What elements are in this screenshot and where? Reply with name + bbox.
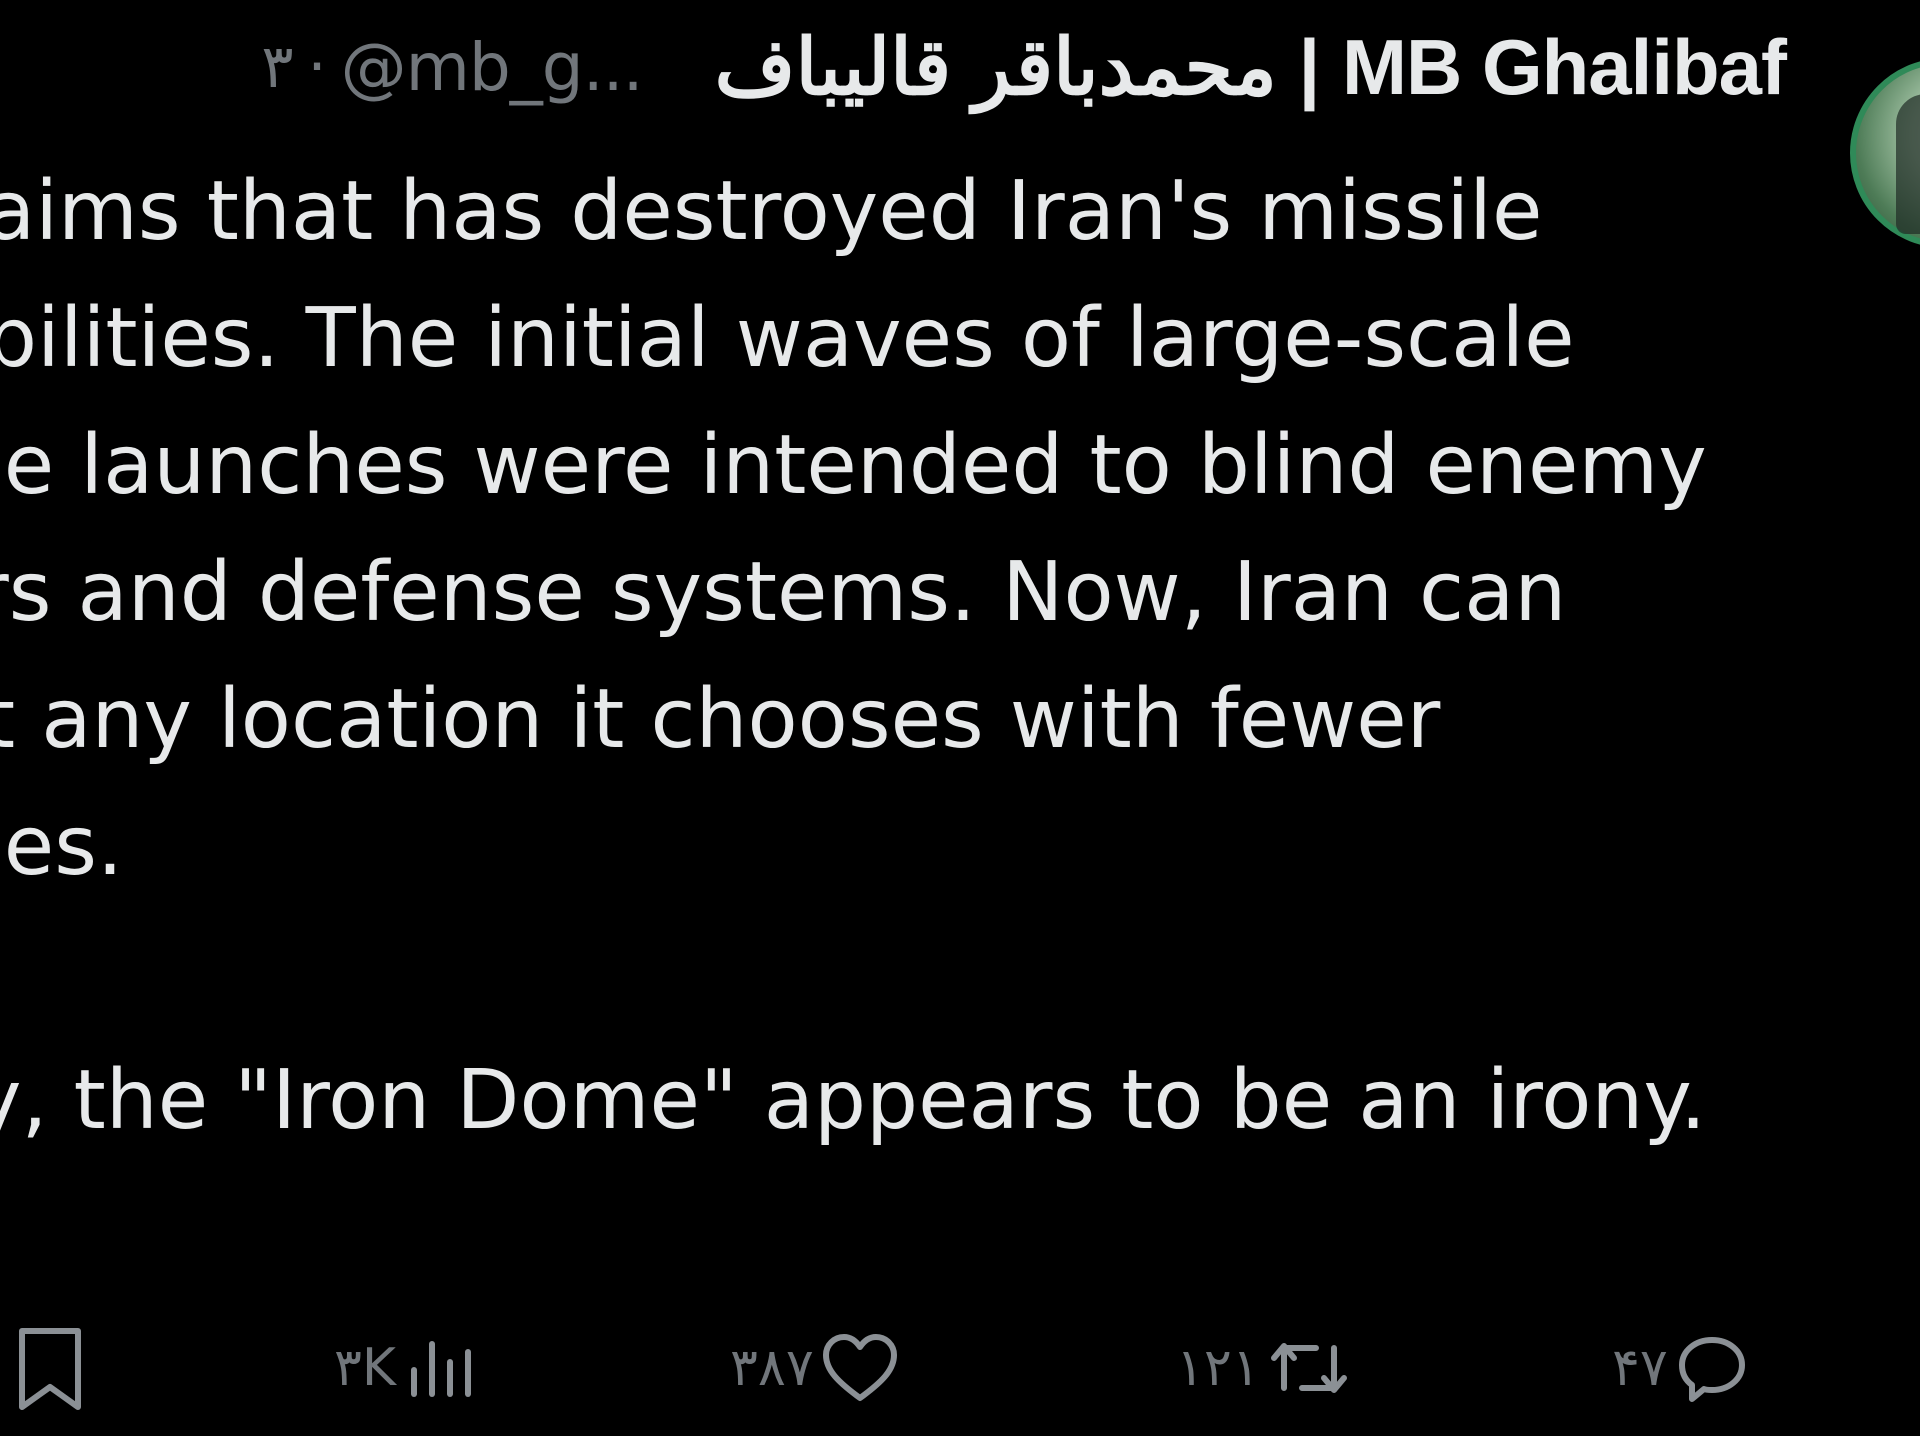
repost-icon	[1270, 1343, 1347, 1393]
tweet-text-blank-line	[0, 910, 1775, 1037]
bookmark-button[interactable]	[10, 1318, 90, 1418]
action-bar: ۴۷ ۱۲۱ ۳۸۷ ۳K	[0, 1318, 1920, 1418]
heart-icon	[822, 1334, 897, 1401]
tweet-text: aims that has destroyed Iran's missile b…	[0, 148, 1775, 1164]
display-name[interactable]: محمدباقر قالیباف | MB Ghalibaf	[715, 22, 1787, 113]
tweet-text-line: le launches were intended to blind enemy	[0, 418, 1707, 513]
tweet-text-line: t any location it chooses with fewer	[0, 672, 1441, 767]
tweet-text-line: les.	[0, 799, 124, 894]
tweet-text-line: y, the "Iron Dome" appears to be an iron…	[0, 1053, 1707, 1148]
avatar-figure	[1896, 94, 1920, 234]
repost-button[interactable]: ۱۲۱	[1176, 1318, 1354, 1418]
views-count: ۳K	[334, 1338, 397, 1398]
like-button[interactable]: ۳۸۷	[730, 1318, 902, 1418]
timestamp[interactable]: ۳	[261, 32, 293, 102]
like-count: ۳۸۷	[730, 1338, 814, 1398]
reply-icon	[1678, 1337, 1745, 1402]
avatar[interactable]	[1850, 58, 1920, 248]
tweet[interactable]: ۳ · @mb_g... محمدباقر قالیباف | MB Ghali…	[0, 0, 1920, 1436]
tweet-text-line: bilities. The initial waves of large-sca…	[0, 291, 1575, 386]
reply-button[interactable]: ۴۷	[1612, 1318, 1752, 1418]
tweet-text-line: aims that has destroyed Iran's missile	[0, 164, 1543, 259]
bookmark-icon	[19, 1328, 81, 1410]
separator-dot: ·	[307, 32, 327, 102]
views-button[interactable]: ۳K	[334, 1318, 480, 1418]
tweet-header: ۳ · @mb_g... محمدباقر قالیباف | MB Ghali…	[261, 22, 1787, 113]
repost-count: ۱۲۱	[1176, 1338, 1260, 1398]
views-bar-chart-icon	[411, 1341, 472, 1397]
tweet-text-line: rs and defense systems. Now, Iran can	[0, 545, 1567, 640]
reply-count: ۴۷	[1612, 1338, 1668, 1398]
user-handle[interactable]: @mb_g...	[341, 29, 644, 106]
